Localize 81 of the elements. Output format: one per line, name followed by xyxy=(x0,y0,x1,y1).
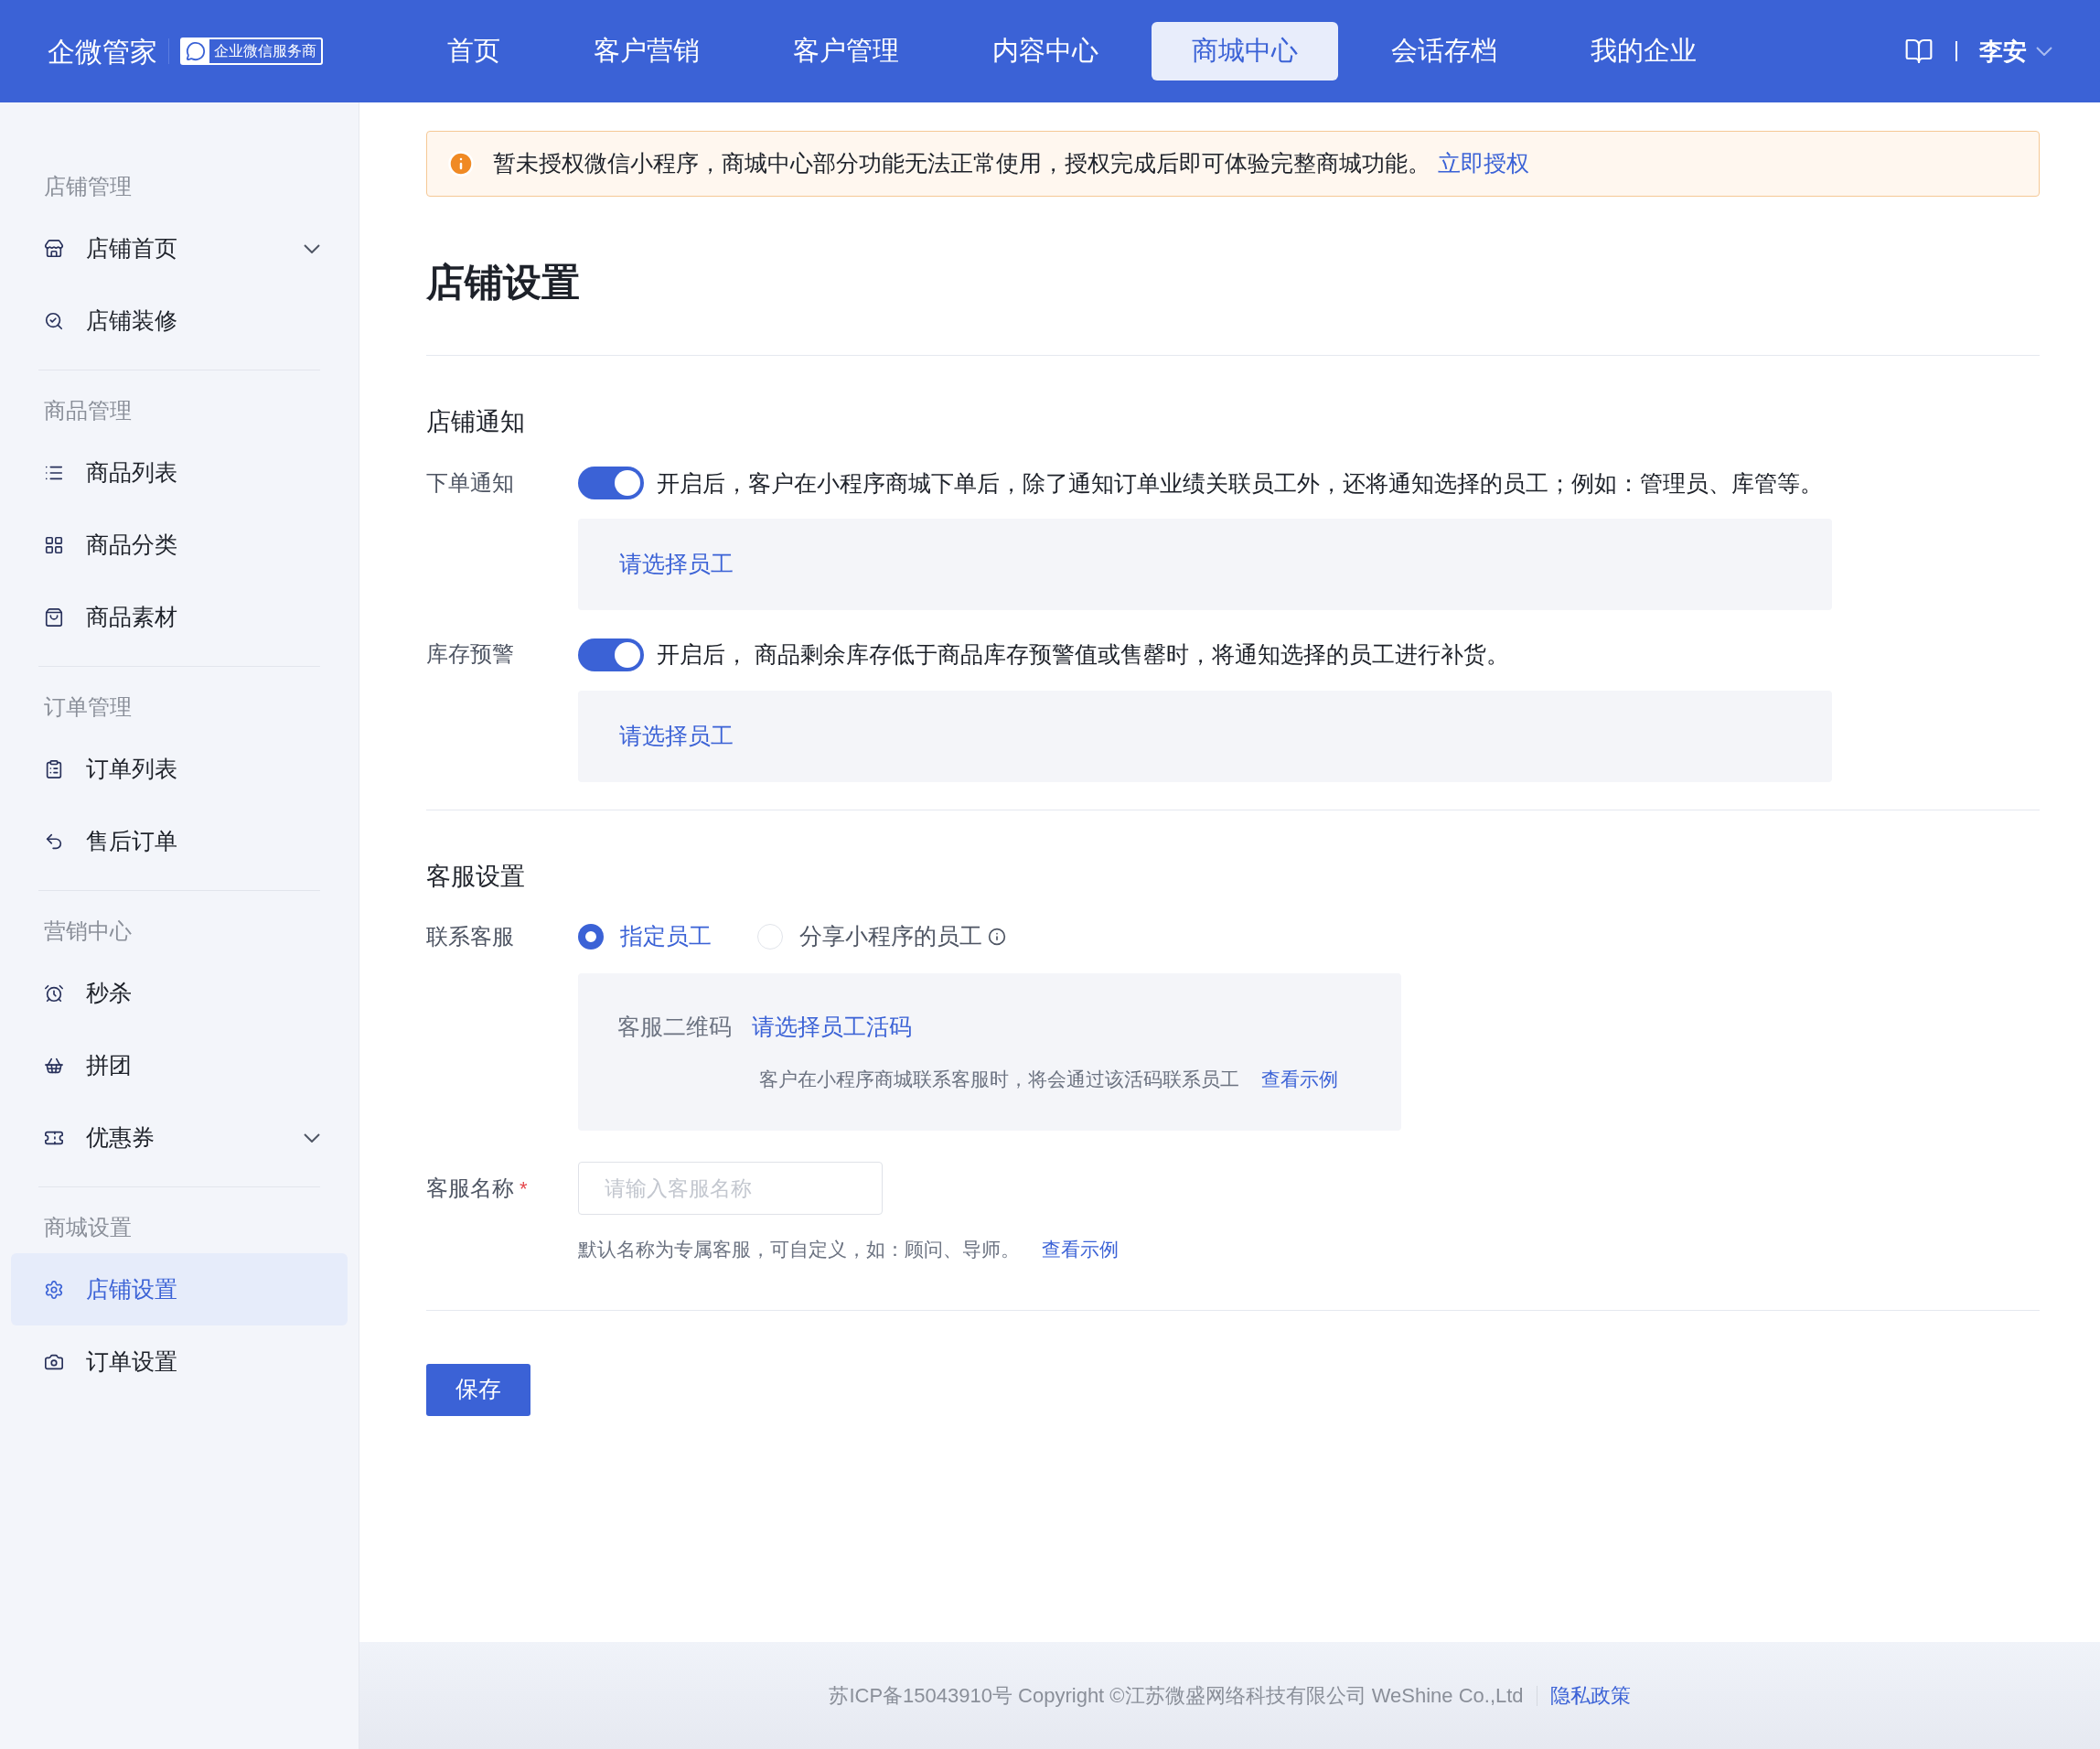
sidebar-item[interactable]: 优惠券 xyxy=(11,1101,348,1174)
example-link[interactable]: 查看示例 xyxy=(1042,1235,1119,1264)
sidebar-item[interactable]: 订单列表 xyxy=(11,733,348,805)
warning-icon xyxy=(447,150,475,177)
sidebar-item[interactable]: 订单设置 xyxy=(11,1325,348,1398)
sidebar-item[interactable]: 店铺首页 xyxy=(11,212,348,284)
field-label: 库存预警 xyxy=(426,640,515,668)
section-heading: 商城设置 xyxy=(44,1214,132,1241)
privacy-link[interactable]: 隐私政策 xyxy=(1549,1680,1631,1711)
item-label: 秒杀 xyxy=(86,978,132,1007)
nav-tab[interactable]: 我的企业 xyxy=(1550,22,1737,80)
radio-button[interactable] xyxy=(578,924,604,950)
field-label: 下单通知 xyxy=(426,468,515,497)
qr-hint: 客户在小程序商城联系客服时，将会通过该活码联系员工 xyxy=(759,1067,1239,1091)
item-label: 店铺装修 xyxy=(86,306,177,335)
field-label: 客服名称 xyxy=(426,1175,514,1202)
page-title: 店铺设置 xyxy=(426,260,581,306)
item-label: 店铺设置 xyxy=(86,1274,177,1304)
badge-text: 企业微信服务商 xyxy=(213,42,317,60)
sidebar-item[interactable]: 商品列表 xyxy=(11,436,348,509)
sidebar-item[interactable]: 售后订单 xyxy=(11,805,348,877)
chevron-down-icon[interactable] xyxy=(2036,47,2052,56)
grid-icon xyxy=(44,534,64,555)
sidebar-item[interactable]: 店铺装修 xyxy=(11,284,348,357)
section-heading: 商品管理 xyxy=(44,397,132,424)
clipboard-icon xyxy=(44,758,64,779)
item-label: 优惠券 xyxy=(86,1122,155,1152)
logo-text: 企微管家 xyxy=(48,35,157,69)
save-button[interactable]: 保存 xyxy=(426,1363,530,1416)
example-link[interactable]: 查看示例 xyxy=(1261,1064,1338,1093)
chat-bubble-icon xyxy=(186,41,206,61)
copyright-text: 苏ICP备15043910号 Copyright ©江苏微盛网络科技有限公司 WeShine Co.,Ltd xyxy=(829,1683,1524,1709)
toggle-switch[interactable] xyxy=(578,638,644,671)
store-icon xyxy=(44,238,64,259)
radio-label[interactable]: 分享小程序的员工 xyxy=(799,919,982,954)
sidebar-item[interactable]: 秒杀 xyxy=(11,957,348,1029)
nav-tab[interactable]: 内容中心 xyxy=(952,22,1139,80)
alarm-clock-icon xyxy=(44,982,64,1003)
item-label: 订单设置 xyxy=(86,1347,177,1376)
sidebar-item[interactable]: 拼团 xyxy=(11,1029,348,1101)
item-label: 售后订单 xyxy=(86,826,177,855)
nav-tab[interactable]: 会话存档 xyxy=(1351,22,1538,80)
qr-label: 客服二维码 xyxy=(617,1013,732,1041)
nav-tab[interactable]: 客户管理 xyxy=(753,22,939,80)
toggle-description: 开启后， 商品剩余库存低于商品库存预警值或售罄时，将通知选择的员工进行补货。 xyxy=(657,640,1509,669)
item-label: 拼团 xyxy=(86,1050,132,1079)
name-hint: 默认名称为专属客服，可自定义，如：顾问、导师。 xyxy=(578,1238,1020,1261)
item-label: 店铺首页 xyxy=(86,233,177,263)
item-label: 订单列表 xyxy=(86,754,177,783)
sidebar-item[interactable]: 商品分类 xyxy=(11,509,348,581)
settings-icon xyxy=(44,1279,64,1300)
toggle-description: 开启后，客户在小程序商城下单后，除了通知订单业绩关联员工外，还将通知选择的员工；例如：管理员、库管等。 xyxy=(657,468,1823,498)
nav-tab[interactable]: 客户营销 xyxy=(553,22,740,80)
name-input[interactable]: 请输入客服名称 xyxy=(578,1162,883,1215)
section-title: 客服设置 xyxy=(426,861,526,892)
required-asterisk: * xyxy=(520,1175,528,1202)
select-staff-link[interactable]: 请选择员工 xyxy=(619,547,734,582)
magnifier-icon xyxy=(44,310,64,331)
section-heading: 营销中心 xyxy=(44,917,132,945)
toggle-switch[interactable] xyxy=(578,467,644,500)
item-label: 商品列表 xyxy=(86,457,177,487)
book-icon[interactable] xyxy=(1904,37,1934,66)
notice-text: 暂未授权微信小程序，商城中心部分功能无法正常使用，授权完成后即可体验完整商城功能。 xyxy=(493,149,1430,178)
sidebar-item[interactable]: 商品素材 xyxy=(11,581,348,653)
chevron-down-icon[interactable] xyxy=(304,243,320,253)
bag-icon xyxy=(44,606,64,628)
select-code-link[interactable]: 请选择员工活码 xyxy=(752,1010,912,1045)
select-staff-link[interactable]: 请选择员工 xyxy=(619,718,734,754)
field-label: 联系客服 xyxy=(426,923,515,950)
nav-tab[interactable]: 商城中心 xyxy=(1152,22,1338,80)
chevron-down-icon[interactable] xyxy=(304,1132,320,1143)
item-label: 商品分类 xyxy=(86,530,177,559)
section-heading: 订单管理 xyxy=(44,693,132,721)
user-name[interactable]: 李安 xyxy=(1979,33,2027,70)
authorize-link[interactable]: 立即授权 xyxy=(1438,146,1529,181)
nav-tab[interactable]: 首页 xyxy=(407,22,541,80)
section-heading: 店铺管理 xyxy=(44,173,132,200)
section-title: 店铺通知 xyxy=(426,407,526,437)
radio-label[interactable]: 指定员工 xyxy=(620,919,712,954)
sidebar-item[interactable]: 店铺设置 xyxy=(11,1253,348,1325)
item-label: 商品素材 xyxy=(86,602,177,631)
